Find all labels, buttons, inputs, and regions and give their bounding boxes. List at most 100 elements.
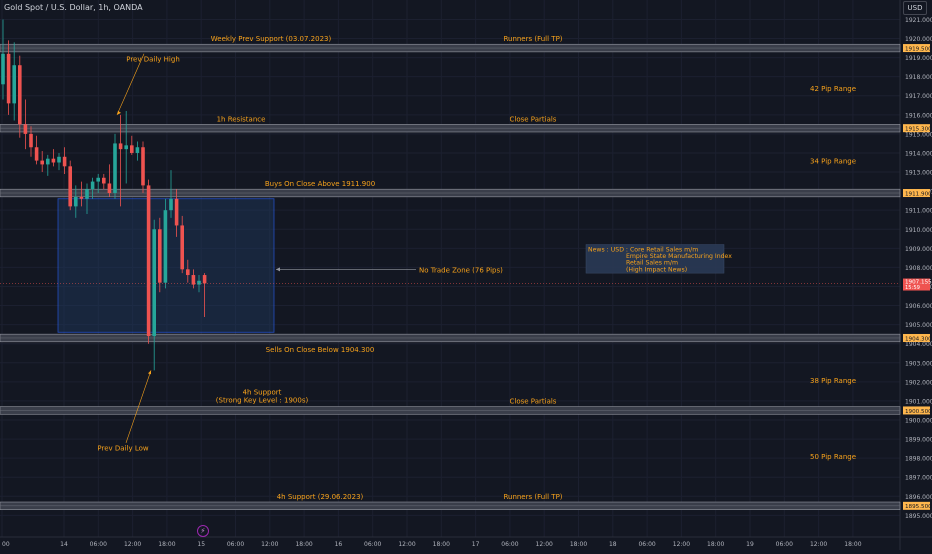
- last-price-countdown: 15:59: [905, 285, 920, 291]
- candle-body-bullish[interactable]: [152, 229, 156, 337]
- candle-body-bearish[interactable]: [18, 65, 22, 125]
- time-axis-tick: 06:00: [364, 541, 381, 548]
- candle-body-bearish[interactable]: [79, 196, 84, 199]
- chart-area[interactable]: Weekly Prev Support (03.07.2023) Runners …: [0, 0, 932, 550]
- level-target-label: Close Partials: [510, 115, 557, 123]
- price-axis-tick: 1919.000: [905, 55, 932, 62]
- price-axis-tick: 1898.000: [905, 456, 932, 463]
- candle-body-bullish[interactable]: [135, 147, 140, 153]
- time-axis-tick: 18:00: [844, 541, 861, 548]
- time-axis-tick: 12:00: [261, 541, 278, 548]
- level-price-tag-text: 1919.500: [905, 46, 932, 52]
- price-axis-tick: 1921.000: [905, 17, 932, 24]
- price-axis-tick: 1903.000: [905, 360, 932, 367]
- candle-body-bullish[interactable]: [90, 181, 95, 190]
- candle-body-bullish[interactable]: [169, 198, 173, 211]
- currency-button[interactable]: USD: [903, 1, 927, 15]
- time-axis-tick: 16: [335, 541, 343, 548]
- price-axis-tick: 1914.000: [905, 150, 932, 157]
- candle-body-bearish[interactable]: [102, 177, 106, 184]
- time-axis-tick: 12:00: [810, 541, 827, 548]
- candle-body-bullish[interactable]: [46, 158, 50, 165]
- time-axis-tick: 12:00: [398, 541, 415, 548]
- candle-body-bearish[interactable]: [202, 275, 207, 284]
- price-axis-tick: 1897.000: [905, 475, 932, 482]
- candle-body-bearish[interactable]: [158, 229, 162, 283]
- price-axis-tick: 1917.000: [905, 93, 932, 100]
- candle-body-bearish[interactable]: [40, 160, 44, 165]
- candle-body-bearish[interactable]: [141, 147, 145, 186]
- level-target-label: Close Partials: [510, 398, 557, 406]
- candle-body-bearish[interactable]: [118, 143, 123, 150]
- candle-body-bearish[interactable]: [186, 269, 190, 276]
- price-axis-tick: 1911.000: [905, 208, 932, 215]
- candle-body-bearish[interactable]: [146, 185, 151, 337]
- pip-range-label: 42 Pip Range: [810, 85, 856, 93]
- candle-body-bearish[interactable]: [34, 147, 39, 161]
- price-axis-tick: 1900.000: [905, 418, 932, 425]
- prev-daily-high-label: Prev Daily High: [126, 55, 180, 63]
- time-axis-tick: 06:00: [776, 541, 793, 548]
- level-label: 4h Support (29.06.2023): [277, 493, 364, 501]
- candle-body-bullish[interactable]: [113, 143, 117, 194]
- candle-body-bearish[interactable]: [174, 198, 179, 226]
- level-label: Sells On Close Below 1904.300: [266, 346, 375, 354]
- time-axis-tick: 18:00: [570, 541, 587, 548]
- candle-body-bearish[interactable]: [62, 156, 67, 167]
- candle-body-bullish[interactable]: [57, 156, 61, 163]
- level-label: 1h Resistance: [217, 115, 266, 123]
- time-axis-tick: 06:00: [501, 541, 518, 548]
- level-target-label: Runners (Full TP): [503, 493, 562, 501]
- candle-body-bearish[interactable]: [51, 158, 56, 163]
- price-axis-tick: 1910.000: [905, 227, 932, 234]
- price-axis-tick: 1896.000: [905, 494, 932, 501]
- prev-daily-low-label: Prev Daily Low: [97, 445, 148, 453]
- candle-body-bearish[interactable]: [29, 133, 33, 148]
- time-axis-tick: 18: [609, 541, 617, 548]
- time-axis-tick: 12:00: [673, 541, 690, 548]
- candle-body-bullish[interactable]: [124, 145, 128, 150]
- candle-body-bearish[interactable]: [6, 53, 11, 104]
- time-axis-tick: 00: [2, 541, 10, 548]
- candle-body-bearish[interactable]: [107, 183, 112, 194]
- time-axis-tick: 18:00: [707, 541, 724, 548]
- price-axis-tick: 1918.000: [905, 74, 932, 81]
- candle-body-bearish[interactable]: [130, 145, 134, 153]
- price-axis-tick: 1902.000: [905, 379, 932, 386]
- price-axis-tick: 1913.000: [905, 170, 932, 177]
- level-price-tag-text: 1911.900: [905, 191, 932, 197]
- time-axis-tick: 18:00: [158, 541, 175, 548]
- candle-body-bullish[interactable]: [163, 210, 168, 283]
- candle-body-bullish[interactable]: [85, 189, 89, 199]
- candle-body-bullish[interactable]: [96, 177, 100, 182]
- candle-body-bullish[interactable]: [197, 280, 201, 285]
- level-label: Buys On Close Above 1911.900: [265, 180, 375, 188]
- candle-body-bearish[interactable]: [191, 275, 196, 285]
- price-axis-tick: 1909.000: [905, 246, 932, 253]
- price-axis-tick: 1916.000: [905, 112, 932, 119]
- time-axis-tick: 06:00: [90, 541, 107, 548]
- candle-body-bearish[interactable]: [23, 124, 28, 134]
- time-axis-tick: 06:00: [227, 541, 244, 548]
- level-target-label: Runners (Full TP): [503, 35, 562, 43]
- candle-body-bullish[interactable]: [12, 65, 16, 104]
- price-axis-tick: 1899.000: [905, 437, 932, 444]
- symbol-title[interactable]: Gold Spot / U.S. Dollar, 1h, OANDA: [4, 3, 143, 12]
- support-4h-label: 4h Support: [243, 389, 282, 397]
- time-axis-tick: 15: [197, 541, 205, 548]
- level-label: Weekly Prev Support (03.07.2023): [211, 35, 332, 43]
- economic-event-icon[interactable]: ⚡: [197, 525, 209, 537]
- time-axis-tick: 12:00: [536, 541, 553, 548]
- price-chart[interactable]: Weekly Prev Support (03.07.2023) Runners …: [0, 0, 932, 550]
- candle-body-bullish[interactable]: [1, 53, 5, 85]
- price-axis-tick: 1905.000: [905, 322, 932, 329]
- candle-body-bullish[interactable]: [74, 196, 78, 207]
- pip-range-label: 34 Pip Range: [810, 158, 856, 166]
- time-axis-tick: 19: [746, 541, 754, 548]
- price-axis-tick: 1908.000: [905, 265, 932, 272]
- pip-range-label: 50 Pip Range: [810, 453, 856, 461]
- candle-body-bearish[interactable]: [180, 225, 184, 270]
- candle-body-bearish[interactable]: [68, 166, 72, 207]
- price-axis-tick: 1895.000: [905, 513, 932, 520]
- level-price-tag-text: 1904.300: [905, 336, 932, 342]
